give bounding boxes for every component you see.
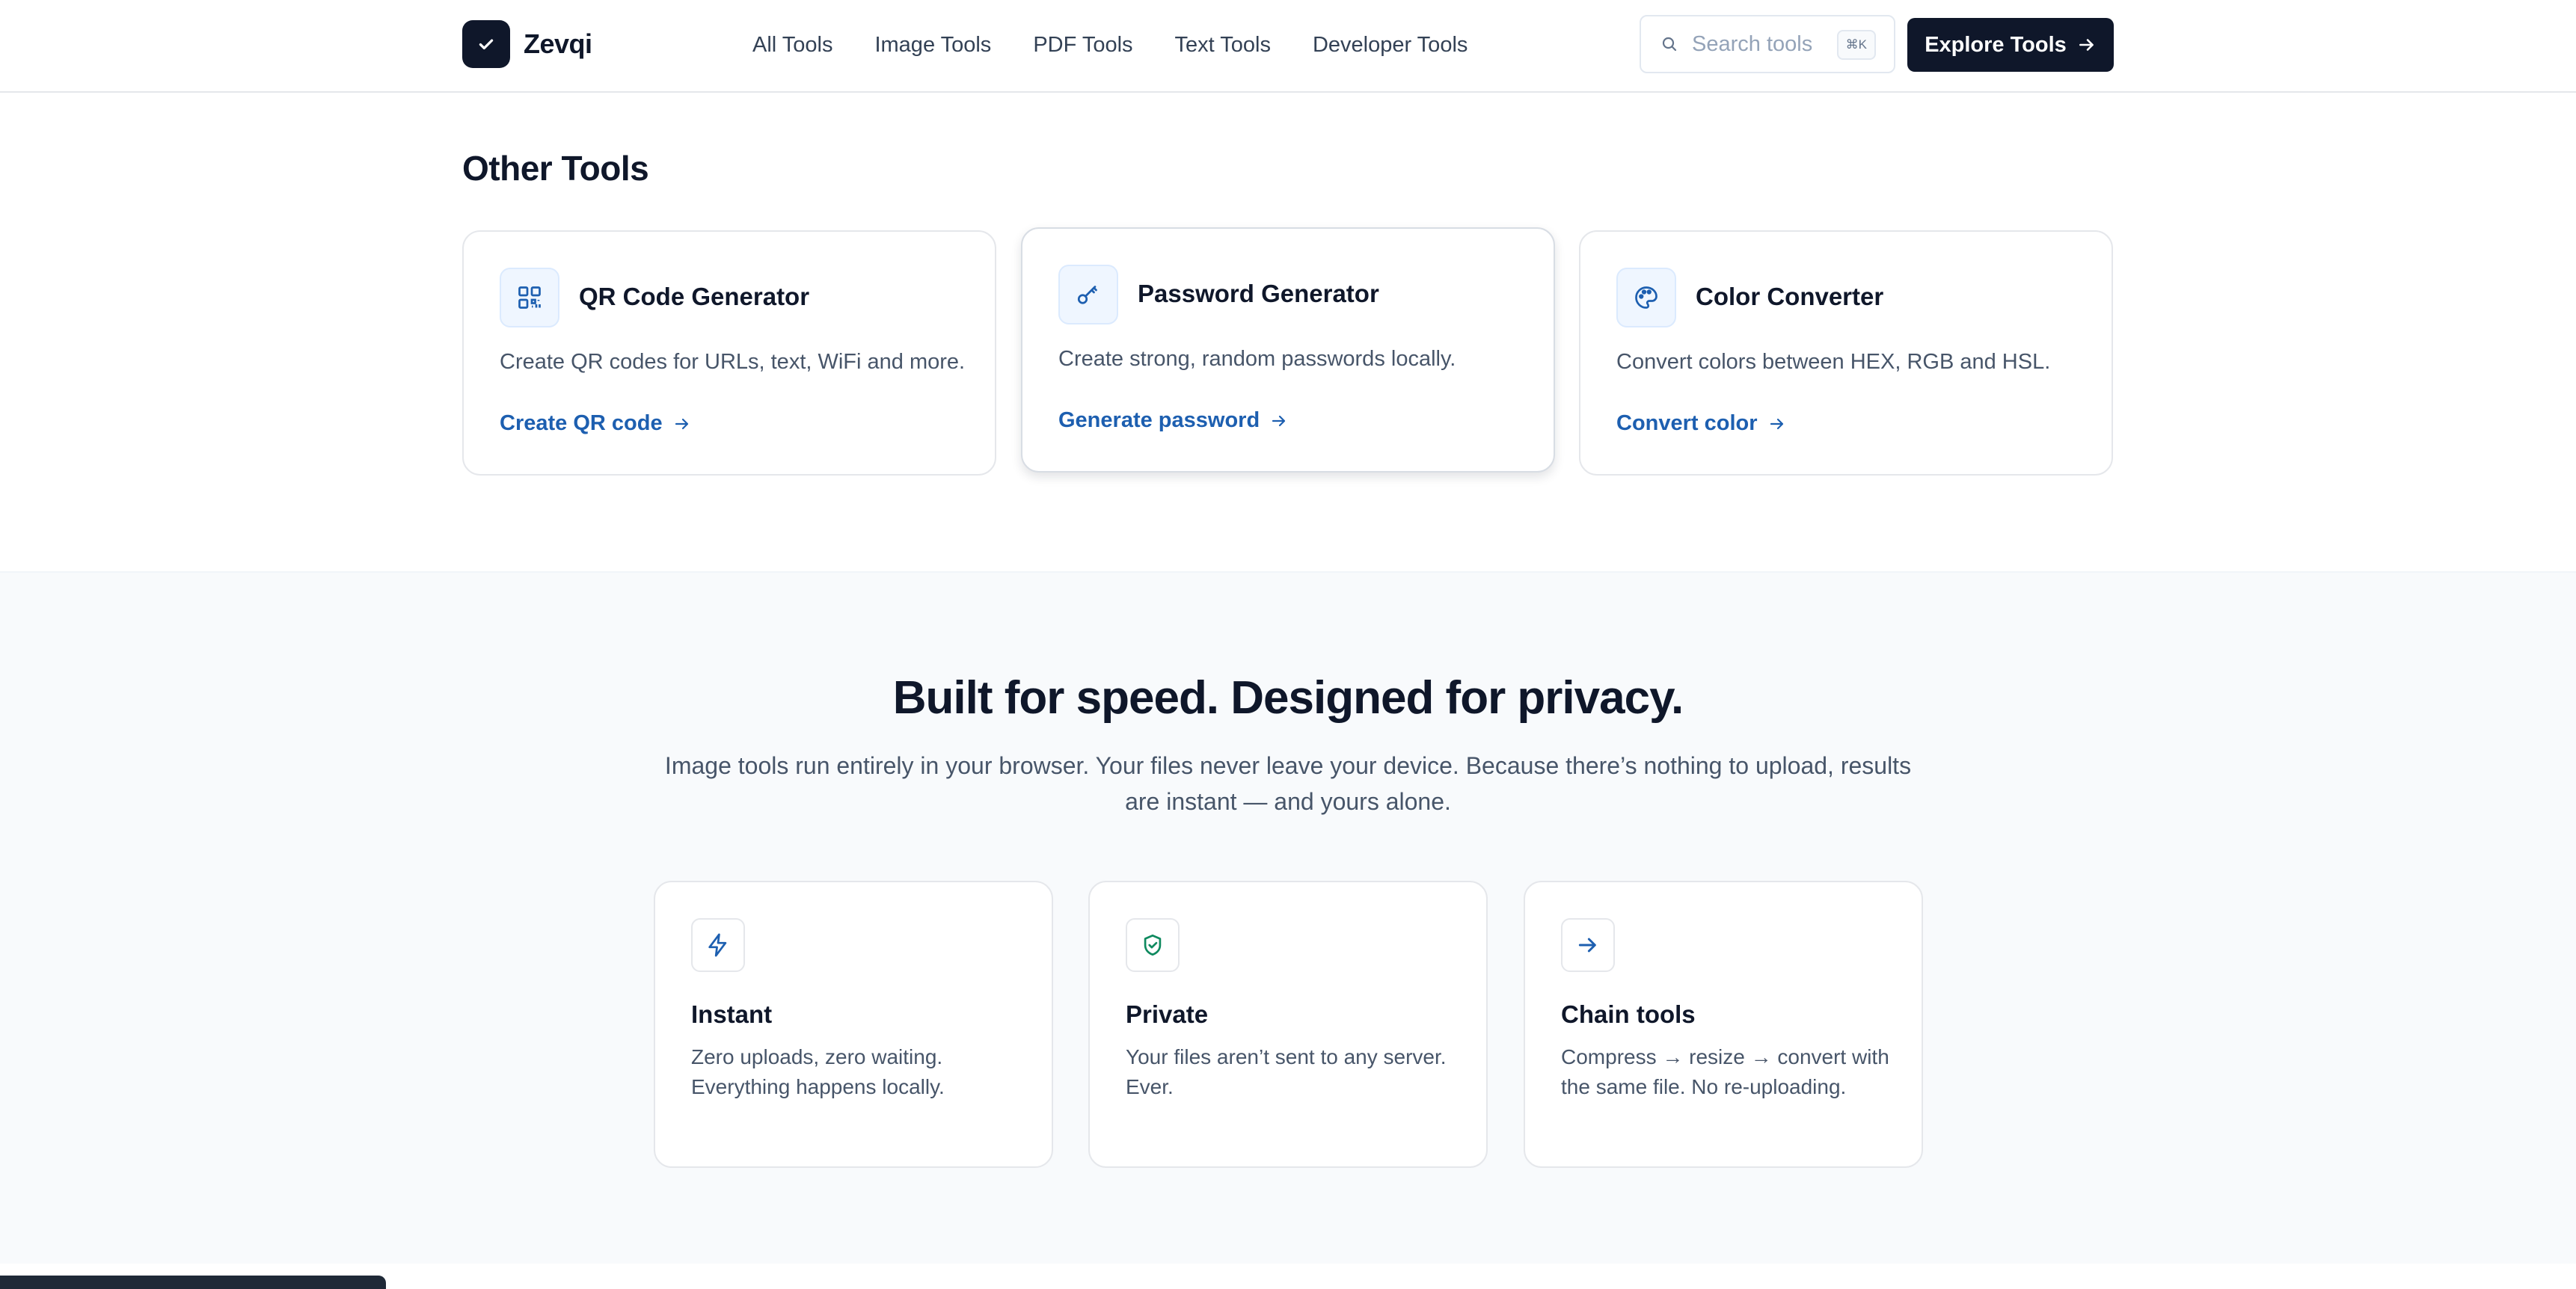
nav-pdf-tools[interactable]: PDF Tools <box>1033 33 1132 58</box>
feature-title: Instant <box>691 1000 773 1028</box>
arrow-right-icon <box>2079 39 2094 51</box>
logo-check-icon <box>462 20 510 68</box>
shield-check-icon <box>1126 918 1180 972</box>
nav-all-tools[interactable]: All Tools <box>752 33 832 58</box>
convert-color-link[interactable]: Convert color <box>1616 411 1786 436</box>
feature-description: Zero uploads, zero waiting. Everything h… <box>691 1045 945 1098</box>
feature-title: Chain tools <box>1561 1000 1696 1028</box>
section-subtitle: Image tools run entirely in your browser… <box>664 752 1912 815</box>
other-tools-heading: Other Tools <box>462 149 649 188</box>
tool-link-label: Generate password <box>1058 408 1260 432</box>
nav-text-tools[interactable]: Text Tools <box>1175 33 1271 58</box>
tool-description: Create QR codes for URLs, text, WiFi and… <box>500 350 966 374</box>
tool-card-password-generator[interactable]: Password Generator Create strong, random… <box>1021 227 1555 473</box>
tool-name: QR Code Generator <box>579 283 810 310</box>
link-status-tooltip <box>0 1276 386 1289</box>
explore-tools-label: Explore Tools <box>1925 32 2067 57</box>
tool-description: Create strong, random passwords locally. <box>1058 347 1456 371</box>
site-header: Zevqi All Tools Image Tools PDF Tools Te… <box>0 0 2576 93</box>
main-nav: All Tools Image Tools PDF Tools Text Too… <box>752 0 1509 90</box>
logo-text: Zevqi <box>524 28 592 59</box>
tool-name: Color Converter <box>1696 283 1884 310</box>
feature-description: Your files aren’t sent to any server. Ev… <box>1126 1045 1447 1098</box>
feature-card-private: Private Your files aren’t sent to any se… <box>1088 881 1488 1168</box>
nav-developer-tools[interactable]: Developer Tools <box>1313 33 1468 58</box>
arrow-right-icon <box>1561 918 1615 972</box>
feature-card-instant: Instant Zero uploads, zero waiting. Ever… <box>654 881 1053 1168</box>
palette-icon <box>1616 268 1676 327</box>
section-heading: Built for speed. Designed for privacy. <box>892 672 1684 724</box>
search-placeholder: Search tools <box>1692 31 1813 56</box>
tool-name: Password Generator <box>1138 280 1379 307</box>
nav-image-tools[interactable]: Image Tools <box>874 33 991 58</box>
arrow-right-icon <box>1770 418 1783 429</box>
qr-code-icon <box>500 268 559 327</box>
create-qr-code-link[interactable]: Create QR code <box>500 411 691 436</box>
speed-privacy-section: Built for speed. Designed for privacy. I… <box>0 571 2576 1264</box>
key-icon <box>1058 265 1118 324</box>
feature-title: Private <box>1126 1000 1209 1028</box>
arrow-right-icon <box>1272 415 1286 426</box>
generate-password-link[interactable]: Generate password <box>1058 408 1288 433</box>
explore-tools-button[interactable]: Explore Tools <box>1907 18 2114 72</box>
arrow-right-icon <box>675 418 688 429</box>
tool-description: Convert colors between HEX, RGB and HSL. <box>1616 350 2051 374</box>
tool-link-label: Convert color <box>1616 411 1758 435</box>
tool-link-label: Create QR code <box>500 411 663 435</box>
logo[interactable]: Zevqi <box>462 20 592 68</box>
search-icon <box>1662 37 1677 52</box>
tool-card-qr-code[interactable]: QR Code Generator Create QR codes for UR… <box>462 230 996 476</box>
lightning-icon <box>691 918 745 972</box>
search-shortcut-badge: ⌘K <box>1836 30 1876 60</box>
feature-card-chain-tools: Chain tools Compress → resize → convert … <box>1524 881 1923 1168</box>
tool-card-color-converter[interactable]: Color Converter Convert colors between H… <box>1579 230 2113 476</box>
feature-description: Compress → resize → convert with the sam… <box>1561 1045 1889 1098</box>
search-input[interactable]: Search tools ⌘K <box>1640 15 1895 73</box>
